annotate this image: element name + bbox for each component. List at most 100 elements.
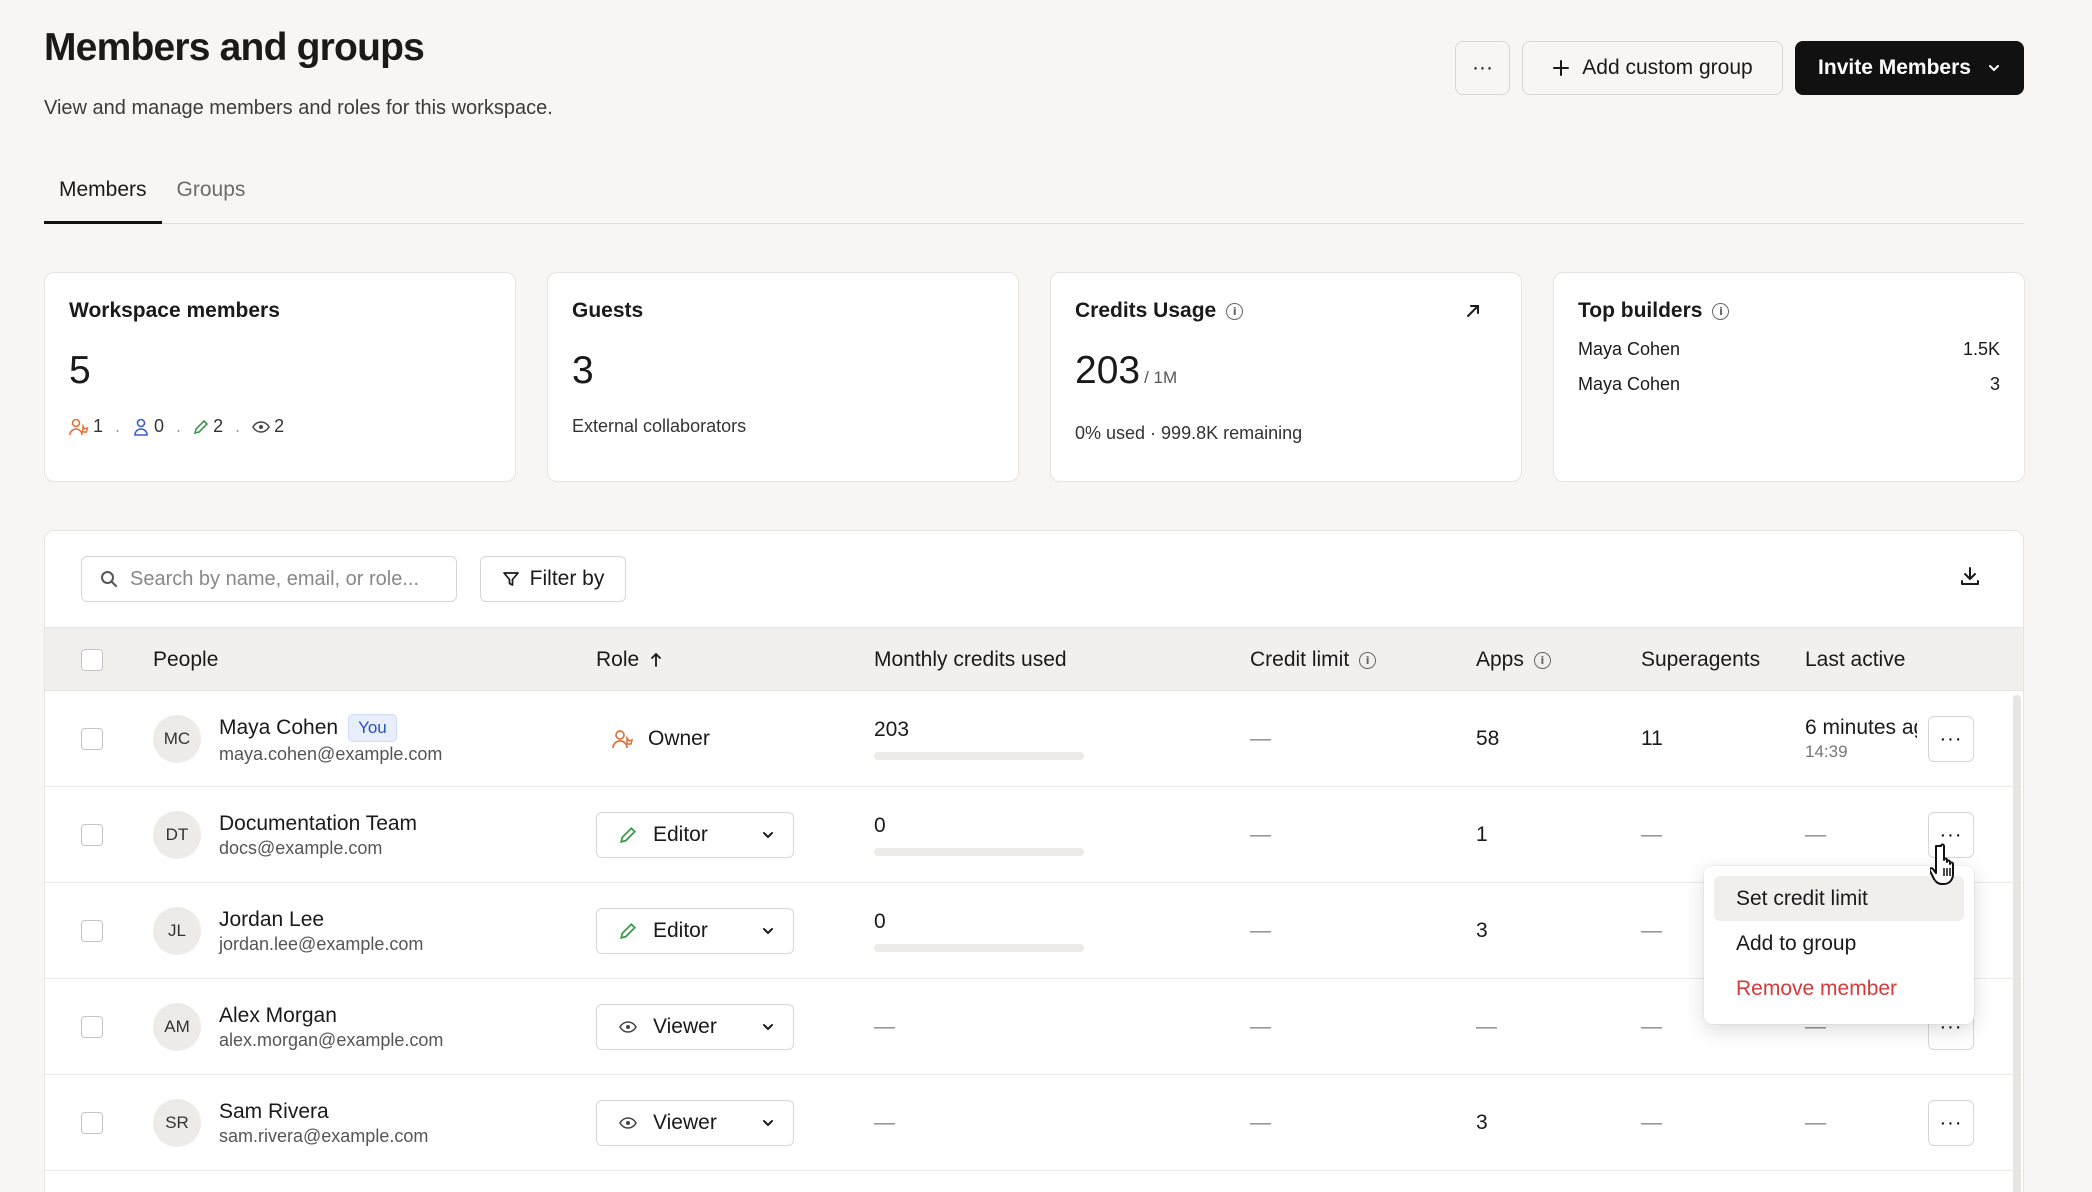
eye-icon [619, 1117, 637, 1129]
table-scrollbar[interactable] [2013, 695, 2021, 1192]
top-builders-card: Top builders i Maya Cohen 1.5K Maya Cohen… [1553, 272, 2025, 482]
row-context-menu: Set credit limit Add to group Remove mem… [1704, 866, 1974, 1024]
chevron-down-icon [1988, 65, 1999, 72]
row-select-cell [81, 883, 103, 979]
superagents-cell: — [1641, 823, 1662, 846]
apps-cell: 3 [1476, 1111, 1488, 1134]
tab-groups[interactable]: Groups [162, 168, 261, 224]
editor-count: 2 [193, 416, 223, 437]
chevron-down-icon [763, 1120, 773, 1127]
name-block: Alex Morgan alex.morgan@example.com [219, 1004, 443, 1051]
row-checkbox[interactable] [81, 1112, 103, 1134]
credit-limit-cell: — [1250, 823, 1271, 846]
eye-icon [619, 1021, 637, 1033]
select-all-checkbox[interactable] [81, 649, 103, 671]
role-select[interactable]: Editor [596, 812, 794, 858]
admin-icon [134, 418, 148, 436]
member-name: Documentation Team [219, 811, 418, 835]
column-credit-limit[interactable]: Credit limit i [1250, 628, 1377, 692]
page-title: Members and groups [44, 26, 425, 69]
superagents-cell: — [1641, 1111, 1662, 1134]
person-cell: JL Jordan Lee jordan.lee@example.com [153, 883, 423, 979]
card-subtext: 0% used · 999.8K remaining [1075, 423, 1303, 443]
chevron-down-icon [763, 1024, 773, 1031]
credits-bar [874, 752, 1084, 760]
credits-block: 203 [874, 718, 1084, 760]
admin-count: 0 [132, 416, 164, 437]
more-icon: ··· [1472, 56, 1493, 79]
credits-bar [874, 848, 1084, 856]
download-icon[interactable] [1959, 565, 1981, 587]
role-cell: Viewer [596, 1075, 794, 1171]
card-title: Guests [572, 299, 644, 322]
search-input[interactable] [130, 567, 430, 591]
eye-icon [252, 420, 270, 433]
column-last-active[interactable]: Last active [1805, 628, 1905, 692]
column-monthly-credits[interactable]: Monthly credits used [874, 628, 1067, 692]
you-badge: You [348, 713, 397, 742]
row-checkbox[interactable] [81, 920, 103, 942]
info-icon[interactable]: i [1533, 651, 1551, 669]
member-email: alex.morgan@example.com [219, 1029, 444, 1050]
select-all-cell [81, 628, 103, 692]
column-superagents[interactable]: Superagents [1641, 628, 1760, 692]
table-header: People Role Monthly credits used Credit … [45, 627, 2023, 691]
credits-bar [874, 944, 1084, 952]
role-cell: Editor [596, 787, 794, 883]
role-select[interactable]: Viewer [596, 1004, 794, 1050]
card-title: Workspace members [69, 299, 280, 322]
credit-limit-cell: — [1250, 1111, 1271, 1134]
menu-item-add-to-group[interactable]: Add to group [1714, 921, 1964, 966]
name-block: Documentation Team docs@example.com [219, 812, 417, 859]
person-cell: SR Sam Rivera sam.rivera@example.com [153, 1075, 428, 1171]
menu-item-remove-member[interactable]: Remove member [1714, 966, 1964, 1011]
column-apps[interactable]: Apps i [1476, 628, 1551, 692]
page-header: Members and groups View and manage membe… [44, 24, 553, 120]
search-box[interactable] [81, 556, 457, 602]
menu-item-set-credit-limit[interactable]: Set credit limit [1714, 876, 1964, 921]
arrow-up-right-icon[interactable] [1465, 303, 1481, 319]
pencil-icon [620, 826, 637, 843]
last-active-cell: 6 minutes ago14:39 [1805, 691, 1917, 787]
row-checkbox[interactable] [81, 1016, 103, 1038]
filter-button[interactable]: Filter by [480, 556, 626, 602]
card-title-row: Top builders i [1578, 297, 2000, 325]
row-checkbox[interactable] [81, 728, 103, 750]
person-cell: MC Maya Cohen You maya.cohen@example.com [153, 691, 442, 787]
credits-cell: 0 [874, 787, 1084, 883]
name-block: Maya Cohen You maya.cohen@example.com [219, 713, 443, 765]
row-checkbox[interactable] [81, 824, 103, 846]
invite-members-button[interactable]: Invite Members [1795, 41, 2024, 95]
viewer-count: 2 [252, 416, 284, 437]
column-role[interactable]: Role [596, 628, 663, 692]
info-icon[interactable]: i [1359, 651, 1377, 669]
page-subtitle: View and manage members and roles for th… [44, 97, 553, 119]
add-custom-group-label: Add custom group [1582, 56, 1753, 79]
owner-icon [612, 730, 634, 749]
person-cell: DT Documentation Team docs@example.com [153, 787, 417, 883]
role-breakdown: 1 . 0 . 2 . 2 [69, 416, 491, 437]
credits-cell: 0 [874, 883, 1084, 979]
row-select-cell [81, 691, 103, 787]
role-select[interactable]: Viewer [596, 1100, 794, 1146]
info-icon[interactable]: i [1226, 302, 1244, 320]
name-block: Jordan Lee jordan.lee@example.com [219, 908, 423, 955]
tab-members[interactable]: Members [44, 168, 162, 224]
credits-cell: — [874, 1015, 895, 1038]
row-more-button[interactable]: ··· [1928, 1100, 1974, 1146]
info-icon[interactable]: i [1712, 302, 1730, 320]
apps-cell: 1 [1476, 823, 1488, 846]
add-custom-group-button[interactable]: Add custom group [1522, 41, 1783, 95]
builder-row: Maya Cohen 1.5K [1578, 339, 2000, 359]
role-select[interactable]: Editor [596, 908, 794, 954]
row-more-button[interactable]: ··· [1928, 716, 1974, 762]
column-people[interactable]: People [153, 628, 218, 692]
invite-members-label: Invite Members [1818, 56, 1971, 79]
member-email: maya.cohen@example.com [219, 743, 443, 764]
more-options-button[interactable]: ··· [1455, 41, 1510, 95]
header-actions: ··· Add custom group Invite Members [1455, 41, 2024, 95]
row-select-cell [81, 1075, 103, 1171]
sort-ascending-icon [651, 652, 662, 667]
credit-limit-cell: — [1250, 1015, 1271, 1038]
member-email: sam.rivera@example.com [219, 1125, 429, 1146]
